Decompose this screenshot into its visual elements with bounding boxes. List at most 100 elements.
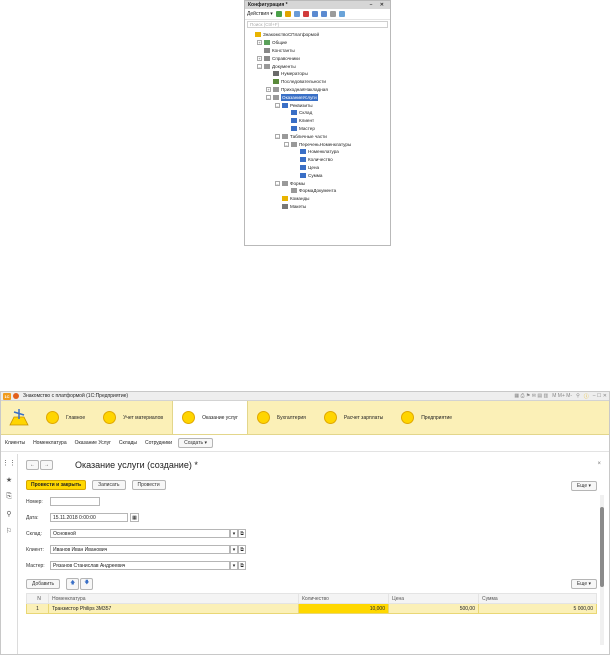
dropdown-icon[interactable]: ▾ <box>230 545 238 554</box>
expand-toggle-icon[interactable]: + <box>266 86 271 92</box>
column-header[interactable]: Количество <box>298 593 389 604</box>
home-icon[interactable] <box>8 407 30 429</box>
actions-menu[interactable]: Действия ▾ <box>247 11 273 17</box>
back-button[interactable]: ← <box>26 460 39 470</box>
history-icon[interactable]: ⎘ <box>6 493 12 501</box>
notifications-icon[interactable]: ⚐ <box>6 527 12 535</box>
search-icon[interactable]: ⚲ <box>6 510 11 518</box>
tree-node[interactable]: ЗнакомствоСПлатформой <box>245 31 390 39</box>
open-link-icon[interactable]: ⧉ <box>238 561 246 570</box>
scrollbar[interactable] <box>600 495 604 645</box>
tree-node[interactable]: – Документы <box>245 62 390 70</box>
memory-buttons[interactable]: M M+ M- <box>552 393 572 399</box>
post-button[interactable]: Провести <box>131 480 166 490</box>
cell-price[interactable]: 500,00 <box>388 603 479 614</box>
expand-toggle-icon[interactable]: + <box>257 40 262 46</box>
configurator-search-input[interactable]: Поиск (Ctrl+F) <box>247 21 388 28</box>
tree-node[interactable]: Константы <box>245 47 390 55</box>
cell-item[interactable]: Транзистор Philips 3M357 <box>48 603 299 614</box>
scrollbar-thumb[interactable] <box>600 507 604 587</box>
tree-node[interactable]: Цена <box>245 164 390 172</box>
table-row[interactable]: 1 Транзистор Philips 3M357 10,000 500,00 5 0… <box>26 603 597 614</box>
nav-link[interactable]: Сотрудники <box>145 440 172 446</box>
tree-node[interactable]: – Формы <box>245 179 390 187</box>
tree-node[interactable]: Номенклатура <box>245 148 390 156</box>
move-up-button[interactable]: 🡅 <box>66 578 80 590</box>
expand-toggle-icon[interactable]: – <box>275 180 280 186</box>
menu-icon[interactable] <box>13 393 19 399</box>
open-link-icon[interactable]: ⧉ <box>238 529 246 538</box>
nav-link[interactable]: Склады <box>119 440 137 446</box>
toolbar-icons[interactable]: ▦ ⎙ ⚑ ✉ ▤ ▥ <box>514 393 548 399</box>
table-more-button[interactable]: Еще ▾ <box>570 579 597 589</box>
filter-icon[interactable] <box>338 11 345 17</box>
tree-node[interactable]: Команды <box>245 195 390 203</box>
tree-node[interactable]: + Справочники <box>245 54 390 62</box>
column-header[interactable]: Цена <box>388 593 479 604</box>
open-link-icon[interactable]: ⧉ <box>238 545 246 554</box>
expand-toggle-icon[interactable]: – <box>266 94 271 100</box>
info-icon[interactable]: ⓘ <box>584 393 589 400</box>
tree-node[interactable]: Сумма <box>245 171 390 179</box>
master-field[interactable]: Рязанов Станислав Андреевич <box>50 561 230 570</box>
section-item[interactable]: Расчет зарплаты <box>315 401 392 434</box>
tree-node[interactable]: – Табличные части <box>245 132 390 140</box>
tree-node[interactable]: ФормаДокумента <box>245 187 390 195</box>
nav-link[interactable]: Клиенты <box>5 440 25 446</box>
calendar-icon[interactable]: ▦ <box>130 513 139 522</box>
section-item[interactable]: Предприятие <box>392 401 461 434</box>
tree-node[interactable]: Склад <box>245 109 390 117</box>
tree-node[interactable]: Количество <box>245 156 390 164</box>
number-field[interactable] <box>50 497 100 506</box>
tree-node[interactable]: Мастер <box>245 125 390 133</box>
tree-node[interactable]: – ОказаниеУслуги <box>245 93 390 101</box>
expand-toggle-icon[interactable]: – <box>284 141 289 147</box>
expand-toggle-icon[interactable]: + <box>257 55 262 61</box>
favorites-icon[interactable]: ★ <box>6 476 12 484</box>
tree-node[interactable]: Нумераторы <box>245 70 390 78</box>
add-icon[interactable] <box>275 11 282 17</box>
close-form-icon[interactable]: × <box>597 461 601 467</box>
tree-node[interactable]: Клиент <box>245 117 390 125</box>
move-down-button[interactable]: 🡇 <box>80 578 94 590</box>
move-up-icon[interactable] <box>311 11 318 17</box>
nav-link[interactable]: Оказание Услуг <box>75 440 111 446</box>
section-item[interactable]: Оказание услуг <box>172 401 248 434</box>
cell-n[interactable]: 1 <box>26 603 49 614</box>
expand-toggle-icon[interactable]: – <box>275 133 280 139</box>
write-button[interactable]: Записать <box>92 480 126 490</box>
section-item[interactable]: Главное <box>37 401 94 434</box>
sort-icon[interactable] <box>329 11 336 17</box>
column-header[interactable]: N <box>26 593 49 604</box>
section-item[interactable]: Учет материалов <box>94 401 172 434</box>
dropdown-icon[interactable]: ▾ <box>230 561 238 570</box>
create-button[interactable]: Создать ▾ <box>178 438 213 448</box>
dropdown-icon[interactable]: ▾ <box>230 529 238 538</box>
move-down-icon[interactable] <box>320 11 327 17</box>
copy-icon[interactable] <box>293 11 300 17</box>
cell-sum[interactable]: 5 000,00 <box>478 603 597 614</box>
section-item[interactable]: Бухгалтерия <box>248 401 315 434</box>
nav-link[interactable]: Номенклатура <box>33 440 67 446</box>
edit-icon[interactable] <box>284 11 291 17</box>
more-button[interactable]: Еще ▾ <box>570 481 597 491</box>
configurator-window-controls[interactable]: – ✕ <box>370 2 387 8</box>
window-controls[interactable]: – ☐ ✕ <box>593 393 607 399</box>
tree-node[interactable]: + ПриходнаяНакладная <box>245 86 390 94</box>
tree-node[interactable]: Макеты <box>245 203 390 211</box>
zoom-icon[interactable]: ⚲ <box>576 393 580 399</box>
tree-node[interactable]: – ПереченьНоменклатуры <box>245 140 390 148</box>
menu-grid-icon[interactable]: ⋮⋮ <box>2 459 16 467</box>
tree-node[interactable]: + Общие <box>245 39 390 47</box>
date-field[interactable]: 15.11.2018 0:00:00 <box>50 513 128 522</box>
tree-node[interactable]: Последовательности <box>245 78 390 86</box>
expand-toggle-icon[interactable]: – <box>275 102 280 108</box>
warehouse-field[interactable]: Основной <box>50 529 230 538</box>
tree-node[interactable]: – Реквизиты <box>245 101 390 109</box>
forward-button[interactable]: → <box>40 460 53 470</box>
add-row-button[interactable]: Добавить <box>26 579 61 589</box>
delete-icon[interactable] <box>302 11 309 17</box>
client-field[interactable]: Иванов Иван Иванович <box>50 545 230 554</box>
expand-toggle-icon[interactable]: – <box>257 63 262 69</box>
cell-qty[interactable]: 10,000 <box>298 603 389 614</box>
